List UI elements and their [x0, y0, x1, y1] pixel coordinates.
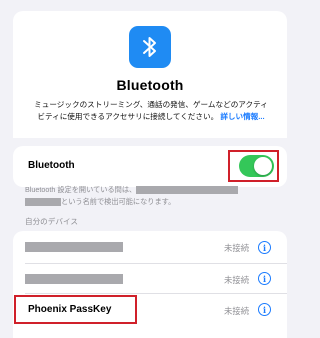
header-description: ミュージックのストリーミング、通話の発信、ゲームなどのアクティビティに使用できる…	[31, 99, 271, 123]
redacted-device-name	[136, 186, 239, 195]
row-divider	[25, 263, 287, 264]
bluetooth-icon	[129, 26, 171, 68]
redacted-device-name-2	[25, 274, 123, 284]
device-highlight-box	[14, 295, 137, 324]
row-divider	[25, 293, 287, 294]
page-title: Bluetooth	[116, 77, 184, 93]
device-3-status: 未接続	[224, 306, 250, 316]
info-icon[interactable]: i	[258, 303, 271, 316]
visibility-note: Bluetooth 設定を開いている間は、 という名前で検出可能になります。	[25, 184, 265, 208]
my-devices-label: 自分のデバイス	[25, 217, 78, 226]
info-icon[interactable]: i	[258, 272, 271, 285]
learn-more-link[interactable]: 詳しい情報...	[220, 112, 264, 121]
redacted-device-name-1	[25, 242, 123, 252]
device-2-status: 未接続	[224, 275, 250, 285]
info-icon[interactable]: i	[258, 241, 271, 254]
bluetooth-toggle-label: Bluetooth	[28, 160, 75, 171]
switch-highlight-box	[228, 150, 279, 182]
visibility-note-part2: という名前で検出可能になります。	[61, 197, 176, 206]
device-1-status: 未接続	[224, 243, 250, 253]
visibility-note-part1: Bluetooth 設定を開いている間は、	[25, 185, 137, 194]
redacted-device-name-cont	[25, 198, 61, 207]
